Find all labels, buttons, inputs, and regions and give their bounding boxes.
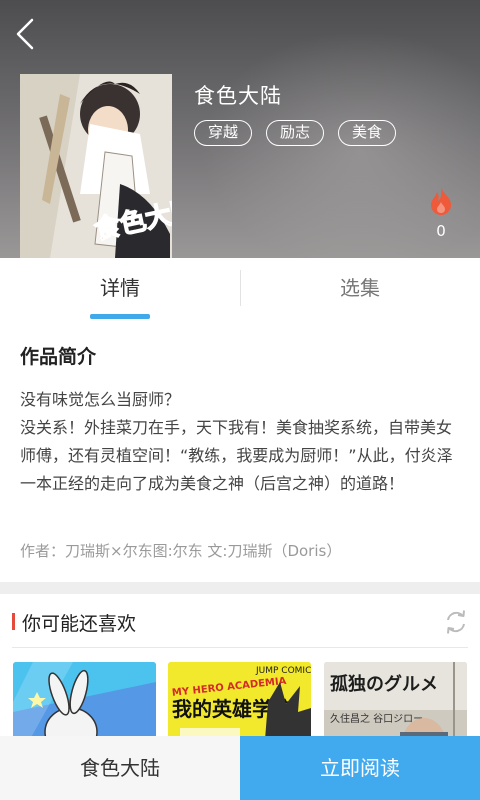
hot-count: 0 [436,222,446,240]
tag-list: 穿越 励志 美食 [194,120,397,146]
refresh-icon [447,610,465,634]
bottom-book-name: 食色大陆 [0,736,240,800]
flame-icon [431,187,451,215]
tab-indicator [90,314,150,319]
author-credit: 作者：刀瑞斯×尔东图:尔东 文:刀瑞斯（Doris） [20,542,342,560]
popularity-counter: 0 [426,186,456,240]
tab-episodes[interactable]: 选集 [240,258,480,320]
book-cover: 食色大陆 [20,74,172,258]
intro-text: 没有味觉怎么当厨师？ 没关系！外挂菜刀在手，天下我有！美食抽奖系统，自带美女师傅… [20,386,466,498]
section-marker [12,613,15,630]
tab-details[interactable]: 详情 [0,258,240,320]
cover-sub-text: 久住昌之 谷口ジロー [330,712,423,725]
cover-corner-text: JUMP COMICS [255,666,311,676]
refresh-button[interactable] [443,609,469,635]
back-button[interactable] [10,14,44,54]
tag-chip[interactable]: 美食 [338,120,397,146]
recommend-divider [12,647,468,648]
book-header: 食色大陆 食色大陆 穿越 励志 美食 0 [0,0,480,258]
tag-chip[interactable]: 励志 [266,120,325,146]
tab-bar: 详情 选集 [0,258,480,324]
chevron-left-icon [16,18,34,50]
bottom-bar: 食色大陆 立即阅读 [0,736,480,800]
recommend-heading: 你可能还喜欢 [22,613,137,635]
intro-line: 没有味觉怎么当厨师？ [20,390,181,409]
section-divider [0,582,480,594]
cover-title-text: 孤独のグルメ [330,673,438,695]
intro-heading: 作品简介 [20,346,97,368]
tag-chip[interactable]: 穿越 [194,120,253,146]
intro-line: 没关系！外挂菜刀在手，天下我有！美食抽奖系统，自带美女师傅，还有灵植空间！“教练… [20,418,453,493]
cover-illustration: 食色大陆 [20,74,172,258]
screen: 食色大陆 食色大陆 穿越 励志 美食 0 详情 选集 作品简介 没有味觉怎么当厨… [0,0,480,800]
read-now-button[interactable]: 立即阅读 [240,736,480,800]
book-title: 食色大陆 [194,84,282,108]
